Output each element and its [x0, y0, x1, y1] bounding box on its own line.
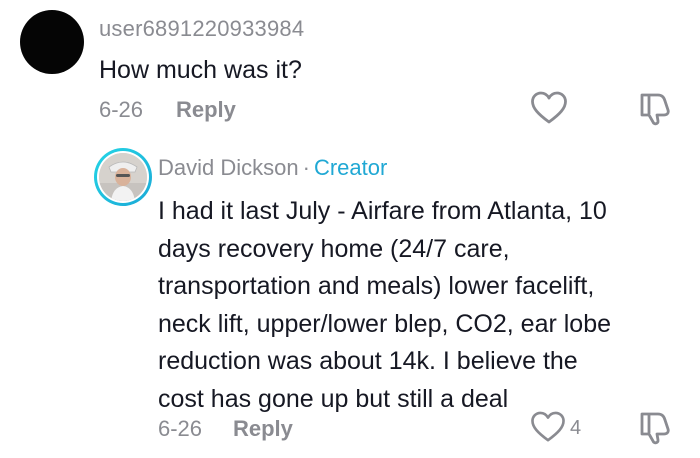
thumbs-down-icon[interactable] [638, 411, 672, 445]
reply-text-line: reduction was about 14k. I believe the [158, 347, 578, 375]
heart-icon[interactable] [530, 91, 568, 125]
reply-text: I had it last July - Airfare from Atlant… [158, 193, 693, 418]
thumbs-down-icon[interactable] [638, 92, 672, 126]
reply-author-line: David Dickson · Creator [158, 155, 387, 181]
like-count: 4 [570, 417, 582, 439]
heart-icon[interactable] [530, 411, 566, 443]
creator-badge: Creator [313, 155, 388, 180]
reply-reply-button[interactable]: Reply [233, 416, 293, 442]
commenter-avatar[interactable] [20, 10, 84, 74]
reply-text-line: I had it last July - Airfare from Atlant… [158, 197, 607, 225]
creator-avatar[interactable] [94, 148, 152, 206]
comment-date: 6-26 [99, 97, 144, 122]
comment-reply-button[interactable]: Reply [176, 97, 236, 123]
creator-name[interactable]: David Dickson [158, 155, 299, 180]
reply-text-line: neck lift, upper/lower blep, CO2, ear lo… [158, 309, 612, 338]
commenter-username[interactable]: user6891220933984 [99, 16, 304, 42]
reply-date: 6-26 [158, 416, 203, 441]
reply-text-line: days recovery home (24/7 care, [158, 234, 510, 263]
comment-text: How much was it? [99, 56, 302, 84]
separator-dot: · [302, 155, 310, 180]
reply-text-line: cost has gone up but still a deal [158, 384, 509, 413]
reply-text-line: transportation and meals) lower facelift… [158, 272, 595, 300]
creator-photo [99, 153, 147, 201]
